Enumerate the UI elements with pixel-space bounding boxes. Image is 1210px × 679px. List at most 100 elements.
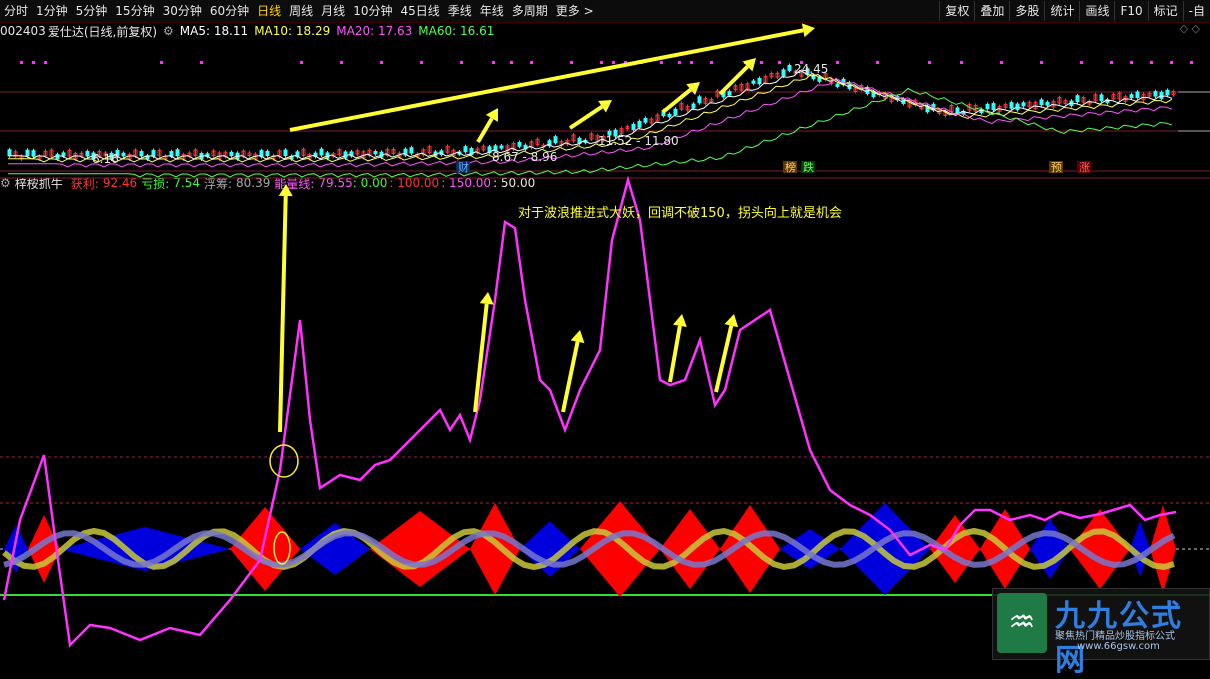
- dot-marker: [510, 61, 513, 64]
- candle-body: [319, 148, 324, 156]
- chart-canvas[interactable]: 24.45 6.16 11.52 - 11.80 8.67 - 8.96 财 榜…: [0, 0, 1210, 660]
- candle-body: [985, 103, 990, 110]
- dot-marker: [760, 61, 763, 64]
- dot-marker: [460, 61, 463, 64]
- candle-body: [991, 103, 996, 111]
- arrow-shaft: [568, 104, 604, 130]
- dot-marker: [600, 61, 603, 64]
- dot-marker: [710, 61, 713, 64]
- annotation-arrow: [476, 108, 498, 144]
- watermark-url: www.66gsw.com: [1077, 641, 1160, 652]
- moving-average-lines: [8, 69, 1173, 178]
- candle-body: [121, 152, 126, 157]
- candle-body: [1099, 94, 1104, 102]
- candle-body: [463, 146, 468, 153]
- dot-marker: [20, 61, 23, 64]
- arrow-head: [801, 23, 815, 38]
- annotation-arrow: [561, 330, 585, 413]
- candle-body: [151, 149, 156, 157]
- dot-marker: [1130, 61, 1133, 64]
- dot-marker: [928, 61, 931, 64]
- candle-body: [787, 64, 792, 71]
- candle-body: [1135, 91, 1140, 99]
- annotation-arrow: [718, 58, 756, 96]
- dot-marker: [1150, 61, 1153, 64]
- dot-marker: [300, 61, 303, 64]
- candle-body: [85, 150, 90, 157]
- dot-marker: [690, 61, 693, 64]
- candle-body: [1165, 89, 1170, 96]
- svg-text:预: 预: [1051, 161, 1062, 174]
- dot-marker: [380, 61, 383, 64]
- arrow-head: [673, 314, 687, 328]
- arrow-shaft: [278, 195, 288, 433]
- candle-body: [1021, 102, 1026, 107]
- candle-body: [781, 69, 786, 77]
- candle-body: [139, 151, 144, 157]
- arrow-head: [724, 314, 739, 328]
- candle-body: [727, 91, 732, 96]
- annotation-arrow: [473, 292, 494, 413]
- dot-marker: [492, 61, 495, 64]
- dot-marker: [678, 61, 681, 64]
- dot-marker: [340, 61, 343, 64]
- candle-body: [1153, 91, 1158, 97]
- annotation-arrow: [568, 100, 612, 130]
- dot-marker: [1040, 61, 1043, 64]
- candle-body: [673, 108, 678, 115]
- annotation-text: 对于波浪推进式大妖，回调不破150，拐头向上就是机会: [518, 205, 842, 221]
- watermark-logo: ♒ 九九公式网 聚焦热门精品炒股指标公式 www.66gsw.com: [992, 588, 1210, 678]
- event-tag-die[interactable]: 跌: [801, 160, 815, 174]
- candle-body: [835, 83, 840, 87]
- dot-marker: [660, 61, 663, 64]
- dot-marker: [960, 61, 963, 64]
- dot-marker: [1080, 61, 1083, 64]
- dot-marker: [1110, 61, 1113, 64]
- watermark-icon: ♒: [997, 593, 1047, 653]
- candle-body: [691, 103, 696, 109]
- candle-body: [229, 151, 234, 157]
- arrow-head: [278, 184, 293, 197]
- blue-band: [840, 503, 930, 595]
- candle-body: [1075, 95, 1080, 103]
- high-price-label: 24.45: [794, 62, 828, 76]
- arrow-shaft: [476, 117, 494, 144]
- arrow-shaft: [668, 325, 682, 383]
- event-tag-zhang[interactable]: 涨: [1077, 161, 1091, 174]
- candle-body: [1009, 102, 1014, 109]
- event-tag-bang[interactable]: 榜: [783, 160, 797, 174]
- watermark-subtitle: 聚焦热门精品炒股指标公式: [1055, 631, 1175, 642]
- dot-marker: [778, 61, 781, 64]
- annotation-arrow: [668, 314, 687, 383]
- candle-body: [751, 80, 756, 84]
- arrow-shaft: [289, 28, 804, 132]
- candle-body: [517, 141, 522, 147]
- dot-marker: [1000, 61, 1003, 64]
- candle-body: [637, 120, 642, 128]
- candle-body: [409, 147, 414, 154]
- candle-body: [283, 149, 288, 156]
- candle-body: [631, 123, 636, 131]
- candle-body: [55, 154, 60, 160]
- dot-marker: [200, 61, 203, 64]
- dot-marker: [160, 61, 163, 64]
- event-tag-yu[interactable]: 预: [1049, 161, 1063, 174]
- event-tag-cai[interactable]: 财: [456, 160, 470, 174]
- dot-marker: [876, 61, 879, 64]
- candle-body: [553, 136, 558, 144]
- dot-marker: [570, 61, 573, 64]
- arrow-head: [570, 330, 585, 344]
- range-label-1: 11.52 - 11.80: [598, 134, 679, 148]
- candle-body: [1159, 91, 1164, 99]
- dot-marker: [32, 61, 35, 64]
- low-price-label: 6.16: [92, 152, 119, 166]
- candle-body: [643, 118, 648, 123]
- candle-body: [7, 149, 12, 157]
- candle-body: [697, 96, 702, 104]
- dot-marker: [420, 61, 423, 64]
- dot-marker: [530, 61, 533, 64]
- dot-marker: [44, 61, 47, 64]
- candle-body: [61, 152, 66, 157]
- candle-body: [1129, 94, 1134, 99]
- candle-body: [343, 151, 348, 159]
